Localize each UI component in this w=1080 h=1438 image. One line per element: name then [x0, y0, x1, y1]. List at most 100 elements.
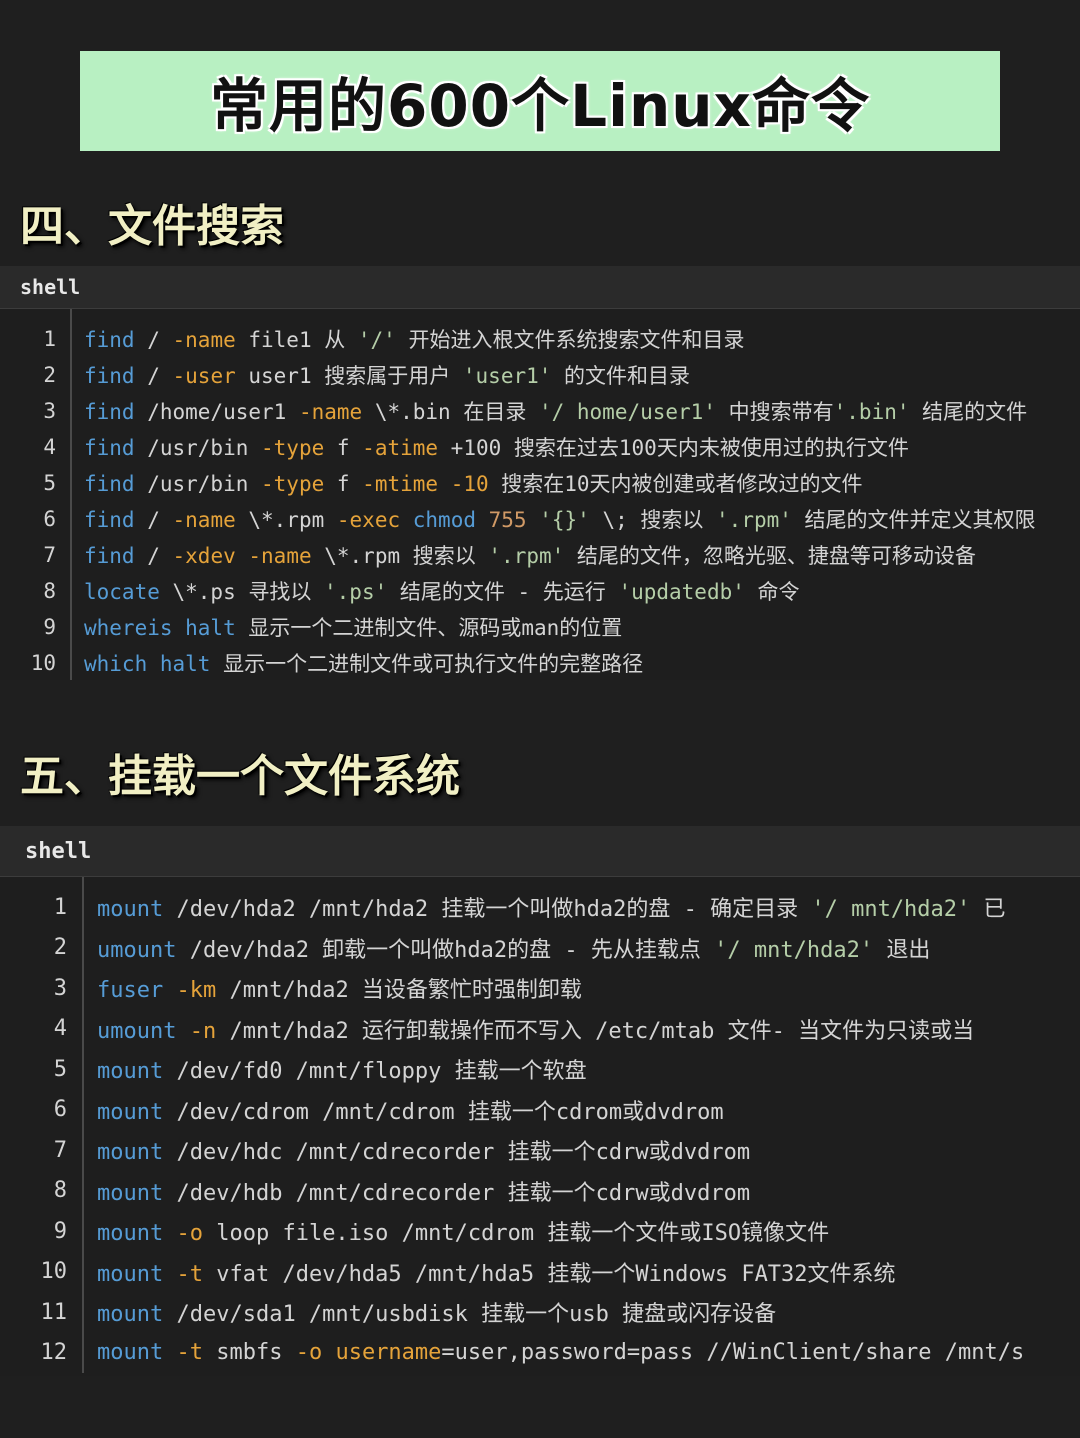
code-token: smbfs	[202, 1340, 296, 1366]
code-token: -type	[261, 436, 325, 460]
code-token: /	[134, 328, 173, 352]
code-token: \*.bin 在目录	[362, 400, 539, 424]
code-token: -t	[176, 1261, 203, 1287]
code-line: 10 mount -t vfat /dev/hda5 /mnt/hda5 挂载一个…	[0, 1252, 1080, 1293]
code-token: 搜索在10天内被创建或者修改过的文件	[488, 472, 863, 496]
code-token: -user	[172, 364, 236, 388]
code-text: mount -t smbfs -o username=user,password…	[97, 1340, 1024, 1365]
code-token: -name	[172, 328, 236, 352]
code-block-header: shell	[0, 826, 1080, 877]
code-line: 2 umount /dev/hda2 卸载一个叫做hda2的盘 - 先从挂载点 '…	[0, 928, 1080, 969]
code-token: 退出	[873, 937, 931, 963]
code-language-label: shell	[20, 275, 81, 299]
code-token: -xdev	[172, 544, 236, 568]
code-line: 2 find / -user user1 搜索属于用户 'user1' 的文件和目…	[0, 357, 1080, 393]
code-token: '/ mnt/hda2'	[811, 897, 971, 923]
code-token: find	[84, 328, 135, 352]
code-token: 结尾的文件并定义其权限	[791, 508, 1036, 532]
code-token: mount	[97, 1340, 164, 1366]
code-token: '.rpm'	[716, 508, 792, 532]
code-text: umount /dev/hda2 卸载一个叫做hda2的盘 - 先从挂载点 '/…	[97, 932, 930, 964]
code-text: find / -user user1 搜索属于用户 'user1' 的文件和目录	[84, 360, 690, 390]
code-token: '.ps'	[324, 580, 388, 604]
title-banner: 常用的600个Linux命令	[80, 51, 1000, 151]
code-token: mount	[97, 1180, 164, 1206]
code-token: fuser	[97, 978, 164, 1004]
code-line: 5 find /usr/bin -type f -mtime -10 搜索在10天…	[0, 465, 1080, 501]
code-token: mount	[97, 1140, 164, 1166]
code-token: /dev/hdc /mnt/cdrecorder 挂载一个cdrw或dvdrom	[163, 1140, 751, 1166]
code-token: 中搜索带有	[715, 400, 834, 424]
code-text: find / -name \*.rpm -exec chmod 755 '{}'…	[84, 504, 1036, 534]
code-token: user1 搜索属于用户	[235, 364, 463, 388]
code-token: f	[324, 472, 363, 496]
code-token: /usr/bin	[134, 436, 262, 460]
code-token: '/'	[357, 328, 396, 352]
code-line: 11 mount /dev/sda1 /mnt/usbdisk 挂载一个usb 捷…	[0, 1292, 1080, 1333]
code-token: find	[84, 508, 135, 532]
code-token: /dev/hdb /mnt/cdrecorder 挂载一个cdrw或dvdrom	[163, 1180, 751, 1206]
code-token: mount	[97, 897, 164, 923]
code-token: mount	[97, 1099, 164, 1125]
code-text: mount /dev/hdc /mnt/cdrecorder 挂载一个cdrw或…	[97, 1134, 750, 1166]
code-token: -o	[295, 1340, 323, 1366]
code-token: 'user1'	[462, 364, 552, 388]
code-token: \*.rpm	[235, 508, 337, 532]
code-text: whereis halt 显示一个二进制文件、源码或man的位置	[84, 612, 622, 642]
code-token: /dev/hda2 /mnt/hda2 挂载一个叫做hda2的盘 - 确定目录	[163, 897, 812, 923]
code-line: 4 umount -n /mnt/hda2 运行卸载操作而不写入 /etc/mta…	[0, 1009, 1080, 1050]
code-text: mount -o loop file.iso /mnt/cdrom 挂载一个文件…	[97, 1215, 829, 1247]
code-token: /	[134, 544, 173, 568]
code-token: -name	[298, 400, 363, 424]
code-token: -km	[176, 978, 217, 1004]
code-block-header: shell	[0, 266, 1080, 309]
code-token: mount	[97, 1221, 164, 1247]
code-token: 已	[970, 897, 1006, 923]
code-line: 7 mount /dev/hdc /mnt/cdrecorder 挂载一个cdrw…	[0, 1130, 1080, 1171]
code-line: 10 which halt 显示一个二进制文件或可执行文件的完整路径	[0, 645, 1080, 680]
code-text: umount -n /mnt/hda2 运行卸载操作而不写入 /etc/mtab…	[97, 1013, 974, 1045]
code-text: mount /dev/hdb /mnt/cdrecorder 挂载一个cdrw或…	[97, 1175, 750, 1207]
code-token: -10	[450, 472, 489, 496]
code-token: mount	[97, 1302, 164, 1328]
code-token: find	[84, 364, 135, 388]
code-token: 显示一个二进制文件、源码或man的位置	[235, 616, 623, 640]
code-token: -n	[189, 1018, 217, 1044]
code-token: -atime	[362, 436, 439, 460]
code-token: umount	[97, 1018, 177, 1044]
code-token: find	[84, 436, 135, 460]
section-heading-mount-filesystem: 五、挂载一个文件系统	[20, 751, 460, 802]
code-token: /dev/cdrom /mnt/cdrom 挂载一个cdrom或dvdrom	[163, 1099, 724, 1125]
code-block-body: 1 mount /dev/hda2 /mnt/hda2 挂载一个叫做hda2的盘 …	[0, 877, 1080, 1373]
code-line: 8 mount /dev/hdb /mnt/cdrecorder 挂载一个cdrw…	[0, 1171, 1080, 1212]
code-token: /	[134, 508, 173, 532]
code-token: '/ home/user1'	[538, 400, 716, 424]
code-token: chmod	[412, 508, 476, 532]
code-line: 12 mount -t smbfs -o username=user,passwo…	[0, 1333, 1080, 1374]
code-token: umount	[97, 937, 177, 963]
code-token: mount	[97, 1261, 164, 1287]
code-text: fuser -km /mnt/hda2 当设备繁忙时强制卸载	[97, 972, 582, 1004]
code-token: whereis halt	[84, 616, 236, 640]
code-line: 7 find / -xdev -name \*.rpm 搜索以 '.rpm' 结尾…	[0, 537, 1080, 573]
code-token: -name	[248, 544, 312, 568]
code-token: 开始进入根文件系统搜索文件和目录	[395, 328, 745, 352]
code-token: /usr/bin	[134, 472, 262, 496]
code-text: mount /dev/hda2 /mnt/hda2 挂载一个叫做hda2的盘 -…	[97, 891, 1006, 923]
code-token: -o	[176, 1221, 203, 1247]
code-token: 755	[488, 508, 527, 532]
code-token: find	[84, 472, 135, 496]
code-text: mount -t vfat /dev/hda5 /mnt/hda5 挂载一个Wi…	[97, 1256, 896, 1288]
code-token: '.rpm'	[488, 544, 565, 568]
page-title: 常用的600个Linux命令	[210, 72, 870, 140]
code-line: 6 find / -name \*.rpm -exec chmod 755 '{}…	[0, 501, 1080, 537]
code-token: 命令	[744, 580, 800, 604]
code-token: -name	[172, 508, 236, 532]
